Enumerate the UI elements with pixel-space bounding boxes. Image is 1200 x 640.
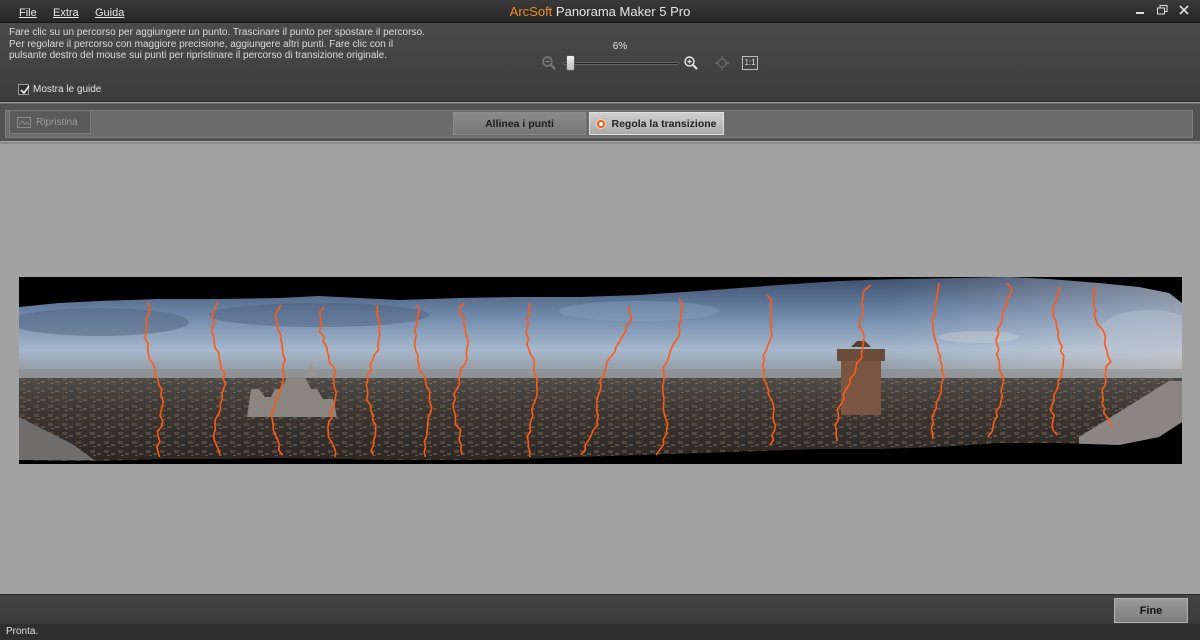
app-title: ArcSoft Panorama Maker 5 Pro bbox=[0, 4, 1200, 19]
restore-icon[interactable] bbox=[1155, 5, 1169, 17]
zoom-in-icon[interactable] bbox=[683, 55, 699, 74]
panorama-image[interactable] bbox=[19, 277, 1182, 464]
check-mark-icon bbox=[20, 85, 30, 95]
reset-icon bbox=[17, 116, 31, 128]
panorama-workspace bbox=[0, 142, 1200, 594]
zoom-control: 6% 1:1 bbox=[540, 40, 760, 80]
instruction-line: Fare clic su un percorso per aggiungere … bbox=[9, 27, 425, 38]
align-points-label: Allinea i punti bbox=[485, 117, 554, 130]
title-bar: File Extra Guida ArcSoft Panorama Maker … bbox=[0, 0, 1200, 23]
active-mode-dot-icon bbox=[596, 118, 607, 129]
panorama-canvas[interactable] bbox=[19, 277, 1182, 464]
actual-size-icon[interactable]: 1:1 bbox=[742, 56, 758, 70]
done-button-label: Fine bbox=[1139, 604, 1163, 617]
adjust-transition-button[interactable]: Regola la transizione bbox=[589, 112, 724, 135]
instruction-line: Per regolare il percorso con maggiore pr… bbox=[9, 38, 394, 50]
app-brand: ArcSoft bbox=[509, 4, 553, 19]
minimize-icon[interactable] bbox=[1133, 5, 1147, 17]
checkbox-icon[interactable] bbox=[18, 84, 30, 95]
done-button[interactable]: Fine bbox=[1114, 598, 1188, 623]
bottom-bar: Fine bbox=[0, 594, 1200, 624]
reset-button-label: Ripristina bbox=[36, 116, 78, 128]
status-bar: Pronta. bbox=[0, 624, 1200, 640]
show-guides-label: Mostra le guide bbox=[33, 84, 102, 95]
reset-button[interactable]: Ripristina bbox=[9, 110, 91, 134]
zoom-slider-track[interactable] bbox=[563, 62, 679, 65]
adjust-transition-label: Regola la transizione bbox=[611, 117, 717, 130]
instructions-text: Fare clic su un percorso per aggiungere … bbox=[9, 27, 429, 62]
show-guides-checkbox[interactable]: Mostra le guide bbox=[18, 84, 101, 95]
close-icon[interactable] bbox=[1177, 5, 1191, 17]
zoom-slider-thumb[interactable] bbox=[565, 55, 575, 71]
align-points-button[interactable]: Allinea i punti bbox=[453, 112, 586, 135]
zoom-value: 6% bbox=[612, 41, 628, 52]
instruction-line: pulsante destro del mouse sui punti per … bbox=[9, 50, 387, 61]
app-product: Panorama Maker 5 Pro bbox=[555, 4, 691, 19]
status-text: Pronta. bbox=[6, 626, 39, 637]
fit-to-window-icon[interactable] bbox=[713, 55, 731, 74]
zoom-out-icon[interactable] bbox=[541, 55, 557, 74]
